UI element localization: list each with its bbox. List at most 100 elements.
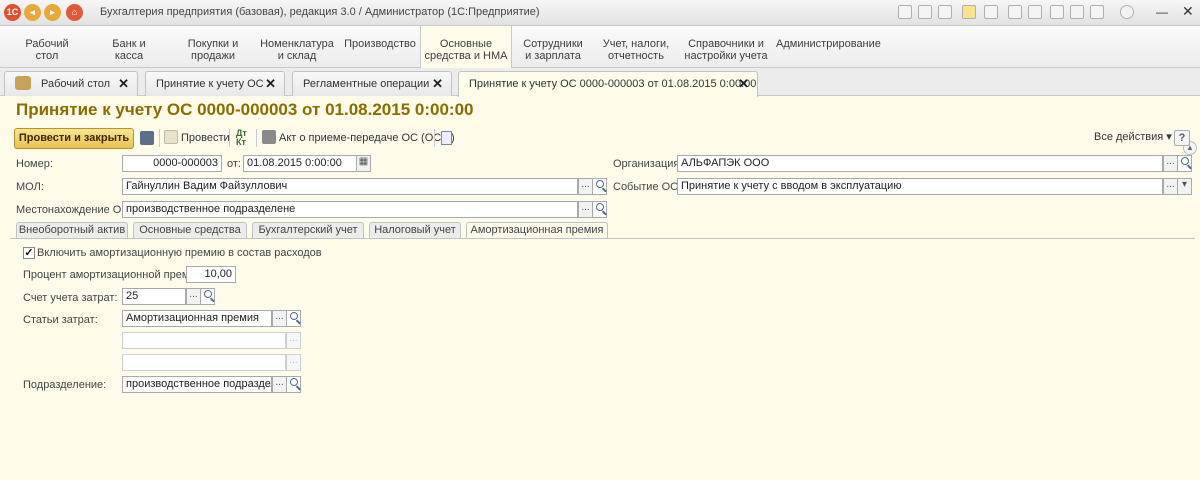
forward-icon[interactable]: ▸ — [44, 4, 61, 21]
save-doc-icon[interactable] — [140, 131, 154, 145]
form-toolbar: Провести и закрыть Провести Дт Кт Акт о п… — [0, 126, 1200, 150]
calendar-icon[interactable] — [1028, 5, 1042, 19]
cost-item-3-select-button[interactable]: ... — [286, 354, 301, 371]
number-label: Номер: — [16, 158, 53, 170]
post-and-close-button[interactable]: Провести и закрыть — [14, 128, 134, 149]
mol-open-button[interactable] — [592, 178, 607, 195]
info-icon[interactable] — [1120, 5, 1134, 19]
help-icon[interactable]: ? — [1174, 130, 1190, 146]
close-tab-icon[interactable]: ✕ — [432, 76, 443, 92]
close-tab-icon[interactable]: ✕ — [265, 76, 276, 92]
date-field[interactable]: 01.08.2015 0:00:00 — [243, 155, 357, 172]
search-icon[interactable] — [938, 5, 952, 19]
include-premium-checkbox[interactable]: ✓ — [23, 247, 35, 259]
cost-item-1-select-button[interactable]: ... — [272, 310, 287, 327]
section-desktop[interactable]: Рабочий стол — [20, 38, 74, 62]
cost-account-field[interactable]: 25 — [122, 288, 186, 305]
cost-item-1-field[interactable]: Амортизационная премия — [122, 310, 272, 327]
window-title-bar: 1C ◂ ▸ ⌂ Бухгалтерия предприятия (базова… — [0, 0, 1200, 26]
tab-current-document[interactable]: Принятие к учету ОС 0000-000003 от 01.08… — [458, 71, 758, 97]
tab-regulatory-ops[interactable]: Регламентные операции ✕ — [292, 71, 452, 96]
section-employees[interactable]: Сотрудники и зарплата — [520, 38, 586, 62]
premium-percent-field[interactable]: 10,00 — [186, 266, 236, 283]
sections-panel: Рабочий стол Банк и касса Покупки и прод… — [0, 26, 1200, 68]
magnifier-icon — [595, 180, 604, 188]
mol-label: МОЛ: — [16, 181, 44, 193]
cost-item-2-field[interactable] — [122, 332, 286, 349]
event-dropdown-button[interactable]: ▾ — [1177, 178, 1192, 195]
section-nomenclature[interactable]: Номенклатура и склад — [258, 38, 336, 62]
post-button[interactable]: Провести — [164, 130, 230, 144]
location-select-button[interactable]: ... — [578, 201, 593, 218]
section-fixed-assets[interactable]: Основные средства и НМА — [420, 38, 512, 62]
location-field[interactable]: производственное подразделене — [122, 201, 578, 218]
magnifier-icon — [289, 378, 298, 386]
cost-account-label: Счет учета затрат: — [23, 292, 118, 304]
organization-select-button[interactable]: ... — [1163, 155, 1178, 172]
location-open-button[interactable] — [592, 201, 607, 218]
close-tab-icon[interactable]: ✕ — [738, 76, 749, 92]
mol-select-button[interactable]: ... — [578, 178, 593, 195]
cost-account-select-button[interactable]: ... — [186, 288, 201, 305]
cost-account-open-button[interactable] — [200, 288, 215, 305]
event-select-button[interactable]: ... — [1163, 178, 1178, 195]
print-act-button[interactable]: Акт о приеме-передаче ОС (ОС-1) — [262, 130, 455, 144]
section-purchases[interactable]: Покупки и продажи — [180, 38, 246, 62]
app-logo-icon[interactable]: 1C — [4, 4, 21, 21]
all-actions-menu[interactable]: Все действия ▾ — [1094, 130, 1172, 143]
organization-open-button[interactable] — [1177, 155, 1192, 172]
favorites-icon[interactable] — [962, 5, 976, 19]
cost-item-3-field[interactable] — [122, 354, 286, 371]
close-tab-icon[interactable]: ✕ — [118, 76, 129, 92]
tab-fixed-assets[interactable]: Основные средства — [133, 222, 247, 238]
section-admin[interactable]: Администрирование — [776, 38, 881, 50]
history-icon[interactable] — [984, 5, 998, 19]
division-field[interactable]: производственное подразделен — [122, 376, 272, 393]
print-icon[interactable] — [918, 5, 932, 19]
zoom-minus-icon[interactable] — [1050, 5, 1064, 19]
section-production[interactable]: Производство — [344, 38, 416, 50]
tab-tax-accounting[interactable]: Налоговый учет — [369, 222, 461, 238]
save-icon[interactable] — [898, 5, 912, 19]
date-label: от: — [227, 158, 241, 170]
division-open-button[interactable] — [286, 376, 301, 393]
tab-label: Регламентные операции — [303, 78, 430, 90]
home-icon[interactable]: ⌂ — [66, 4, 83, 21]
organization-field[interactable]: АЛЬФАПЭК ООО — [677, 155, 1163, 172]
tab-label: Принятие к учету ОС 0000-000003 от 01.08… — [469, 78, 757, 90]
division-select-button[interactable]: ... — [272, 376, 287, 393]
section-catalogs[interactable]: Справочники и настройки учета — [684, 38, 768, 62]
post-icon — [164, 130, 178, 144]
tab-fixed-asset-list[interactable]: Принятие к учету ОС ✕ — [145, 71, 285, 96]
cost-item-2-select-button[interactable]: ... — [286, 332, 301, 349]
location-label: Местонахождение ОС: — [16, 204, 133, 216]
toolbar-divider — [256, 129, 257, 147]
event-field[interactable]: Принятие к учету с вводом в эксплуатацию — [677, 178, 1163, 195]
back-icon[interactable]: ◂ — [24, 4, 41, 21]
premium-percent-label: Процент амортизационной премии: — [23, 269, 205, 281]
zoom-plus-icon[interactable] — [1070, 5, 1084, 19]
number-field[interactable]: 0000-000003 — [122, 155, 222, 172]
calendar-picker-button[interactable]: ▦ — [356, 155, 371, 172]
organization-label: Организация: — [613, 158, 683, 170]
tab-label: Рабочий стол — [41, 78, 111, 90]
open-windows-tabs: Рабочий стол ✕ Принятие к учету ОС ✕ Рег… — [0, 68, 1200, 155]
desktop-icon — [15, 76, 31, 90]
close-window-button[interactable]: ✕ — [1182, 3, 1194, 20]
mol-field[interactable]: Гайнуллин Вадим Файзуллович — [122, 178, 578, 195]
tab-depreciation-premium[interactable]: Амортизационная премия — [466, 222, 608, 239]
document-structure-icon[interactable] — [441, 131, 452, 145]
section-bank[interactable]: Банк и касса — [100, 38, 158, 62]
division-label: Подразделение: — [23, 379, 107, 391]
tab-noncurrent-asset[interactable]: Внеоборотный актив — [16, 222, 128, 238]
link-icon[interactable] — [1090, 5, 1104, 19]
tab-accounting[interactable]: Бухгалтерский учет — [252, 222, 364, 238]
cost-item-1-open-button[interactable] — [286, 310, 301, 327]
calculator-icon[interactable] — [1008, 5, 1022, 19]
debit-credit-icon[interactable]: Дт Кт — [236, 129, 247, 147]
minimize-button[interactable]: — — [1156, 5, 1168, 19]
post-button-label: Провести — [181, 132, 230, 144]
tab-desktop[interactable]: Рабочий стол ✕ — [4, 71, 138, 96]
section-taxes[interactable]: Учет, налоги, отчетность — [598, 38, 674, 62]
magnifier-icon — [289, 312, 298, 320]
